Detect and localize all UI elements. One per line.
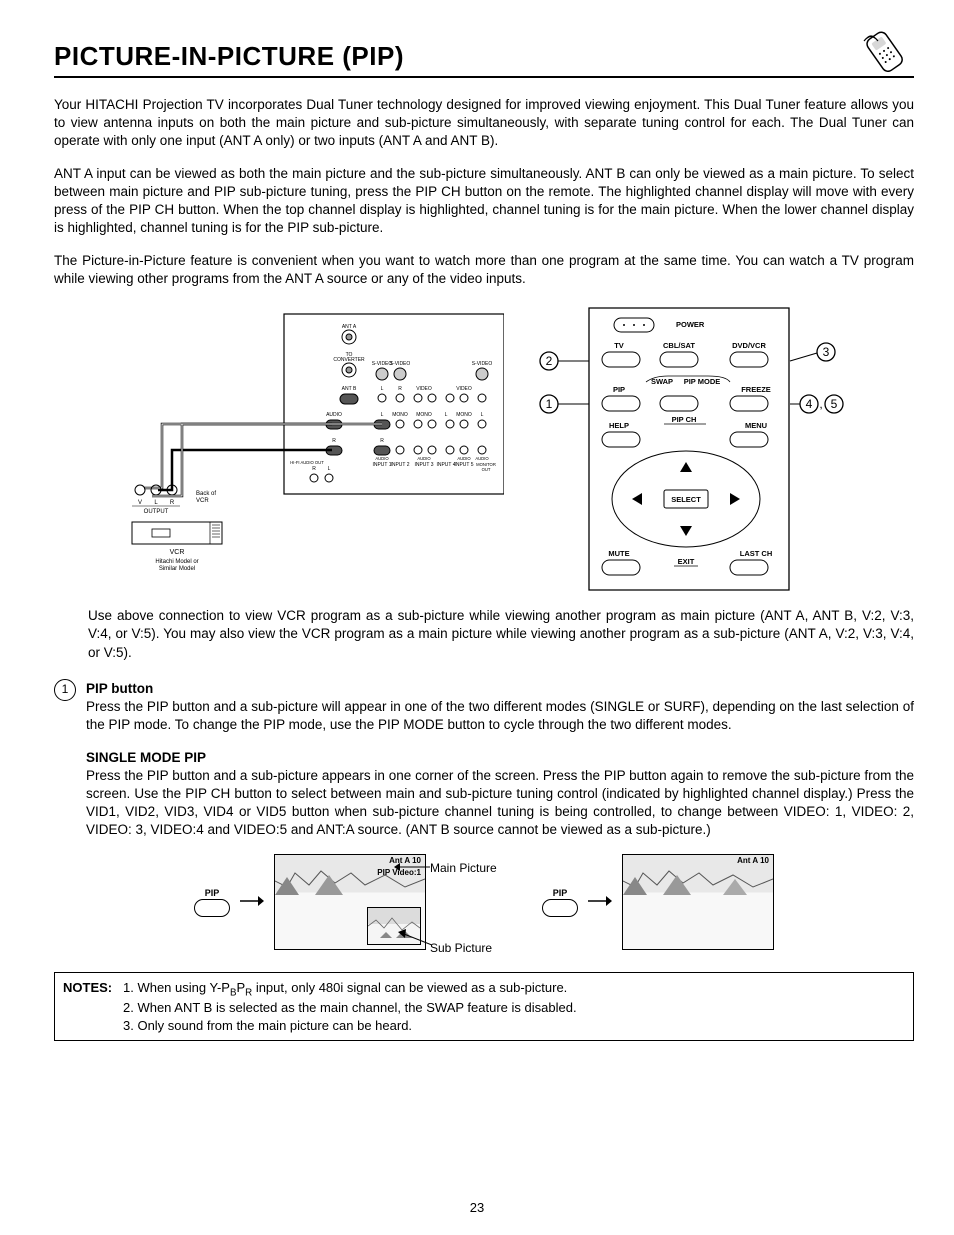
- svg-text:R: R: [398, 386, 402, 392]
- item-1-title: PIP button: [86, 680, 914, 698]
- svg-text:EXIT: EXIT: [678, 557, 695, 566]
- svg-text:MENU: MENU: [745, 421, 767, 430]
- pip-sequence: PIP Ant A 10 PIP Video:1 Main Picture: [54, 854, 914, 950]
- svg-text:L: L: [154, 500, 158, 506]
- svg-text:MONO: MONO: [416, 412, 432, 418]
- svg-text:1: 1: [546, 397, 553, 411]
- svg-text:,: ,: [819, 397, 822, 411]
- svg-text:HELP: HELP: [609, 421, 629, 430]
- svg-text:Hitachi Model or: Hitachi Model or: [155, 559, 198, 565]
- svg-text:R: R: [312, 466, 316, 472]
- intro-paragraph-1: Your HITACHI Projection TV incorporates …: [54, 96, 914, 151]
- svg-text:AUDIO: AUDIO: [375, 456, 389, 461]
- svg-text:INPUT 4: INPUT 4: [436, 462, 455, 468]
- svg-text:VCR: VCR: [196, 498, 209, 504]
- svg-text:AUDIO: AUDIO: [326, 412, 342, 418]
- label-ant-b: ANT B: [342, 386, 357, 392]
- label-back-of-vcr: Back of: [196, 491, 216, 497]
- svg-text:INPUT 5: INPUT 5: [454, 462, 473, 468]
- screen-no-pip: Ant A 10: [622, 854, 774, 950]
- svg-text:2: 2: [546, 354, 553, 368]
- svg-text:S-VIDEO: S-VIDEO: [472, 361, 493, 367]
- pip-button-icon-1: PIP: [194, 887, 230, 917]
- svg-text:SWAP: SWAP: [651, 377, 673, 386]
- arrow-right-icon: [588, 893, 612, 911]
- svg-text:INPUT 3: INPUT 3: [414, 462, 433, 468]
- item-1-number: 1: [54, 679, 76, 701]
- svg-text:S-VIDEO: S-VIDEO: [390, 361, 411, 367]
- svg-text:AUDIO: AUDIO: [475, 456, 489, 461]
- svg-text:DVD/VCR: DVD/VCR: [732, 341, 766, 350]
- svg-text:L: L: [381, 386, 384, 392]
- connection-diagram: ANT A TO CONVERTER ANT B S-VIDEOS-VIDEOS…: [124, 304, 504, 589]
- notes-box: NOTES: 1. When using Y-PBPR input, only …: [54, 972, 914, 1042]
- single-mode-text: Press the PIP button and a sub-picture a…: [86, 767, 914, 840]
- svg-text:INPUT 2: INPUT 2: [390, 462, 409, 468]
- svg-text:MUTE: MUTE: [608, 549, 629, 558]
- remote-label-select: SELECT: [671, 495, 701, 504]
- svg-text:INPUT 1: INPUT 1: [372, 462, 391, 468]
- svg-text:HI-FI AUDIO OUT: HI-FI AUDIO OUT: [290, 460, 324, 465]
- svg-text:V: V: [138, 500, 142, 506]
- svg-text:L: L: [328, 466, 331, 472]
- intro-paragraph-3: The Picture-in-Picture feature is conven…: [54, 252, 914, 288]
- svg-text:VIDEO: VIDEO: [416, 386, 432, 392]
- svg-text:PIP CH: PIP CH: [672, 415, 697, 424]
- svg-text:MONO: MONO: [392, 412, 408, 418]
- item-1-text: Press the PIP button and a sub-picture w…: [86, 698, 914, 734]
- svg-text:FREEZE: FREEZE: [741, 385, 771, 394]
- svg-text:L: L: [481, 412, 484, 418]
- remote-diagram: 2 1 3 4 , 5: [534, 304, 844, 599]
- item-1: 1 PIP button Press the PIP button and a …: [54, 680, 914, 735]
- svg-text:CBL/SAT: CBL/SAT: [663, 341, 695, 350]
- label-ant-a: ANT A: [342, 324, 357, 330]
- svg-text:PIP: PIP: [613, 385, 625, 394]
- svg-text:4: 4: [806, 397, 813, 411]
- svg-text:R: R: [380, 438, 384, 444]
- svg-text:OUT: OUT: [482, 467, 491, 472]
- svg-text:R: R: [170, 500, 175, 506]
- callout-main-picture: Main Picture: [430, 860, 497, 876]
- svg-text:Similar Model: Similar Model: [159, 566, 195, 572]
- callout-sub-picture: Sub Picture: [430, 940, 492, 956]
- svg-text:TV: TV: [614, 341, 624, 350]
- notes-lead: NOTES:: [63, 979, 123, 1000]
- intro-paragraph-2: ANT A input can be viewed as both the ma…: [54, 165, 914, 238]
- label-output: OUTPUT: [144, 509, 169, 515]
- svg-text:LAST CH: LAST CH: [740, 549, 773, 558]
- svg-text:3: 3: [823, 345, 830, 359]
- svg-text:L: L: [445, 412, 448, 418]
- svg-text:VIDEO: VIDEO: [456, 386, 472, 392]
- pip-button-icon-2: PIP: [542, 887, 578, 917]
- svg-text:PIP MODE: PIP MODE: [684, 377, 721, 386]
- screen2-top-label: Ant A 10: [709, 857, 769, 866]
- remote-icon: [862, 30, 910, 74]
- svg-text:5: 5: [831, 397, 838, 411]
- connection-caption: Use above connection to view VCR program…: [88, 607, 914, 662]
- header-row: PICTURE-IN-PICTURE (PIP): [54, 30, 914, 78]
- svg-text:MONO: MONO: [456, 412, 472, 418]
- single-mode-title: SINGLE MODE PIP: [86, 749, 914, 767]
- svg-text:AUDIO: AUDIO: [417, 456, 431, 461]
- page-title: PICTURE-IN-PICTURE (PIP): [54, 39, 404, 74]
- note-1: 1. When using Y-PBPR input, only 480i si…: [123, 979, 567, 1000]
- note-3: 3. Only sound from the main picture can …: [63, 1017, 905, 1035]
- svg-text:L: L: [381, 412, 384, 418]
- remote-label-power: POWER: [676, 320, 705, 329]
- page-number: 23: [0, 1199, 954, 1217]
- arrow-right-icon: [240, 893, 264, 911]
- label-vcr: VCR: [170, 549, 185, 556]
- svg-text:CONVERTER: CONVERTER: [333, 357, 365, 363]
- svg-text:R: R: [332, 438, 336, 444]
- note-2: 2. When ANT B is selected as the main ch…: [63, 999, 905, 1017]
- svg-text:AUDIO: AUDIO: [457, 456, 471, 461]
